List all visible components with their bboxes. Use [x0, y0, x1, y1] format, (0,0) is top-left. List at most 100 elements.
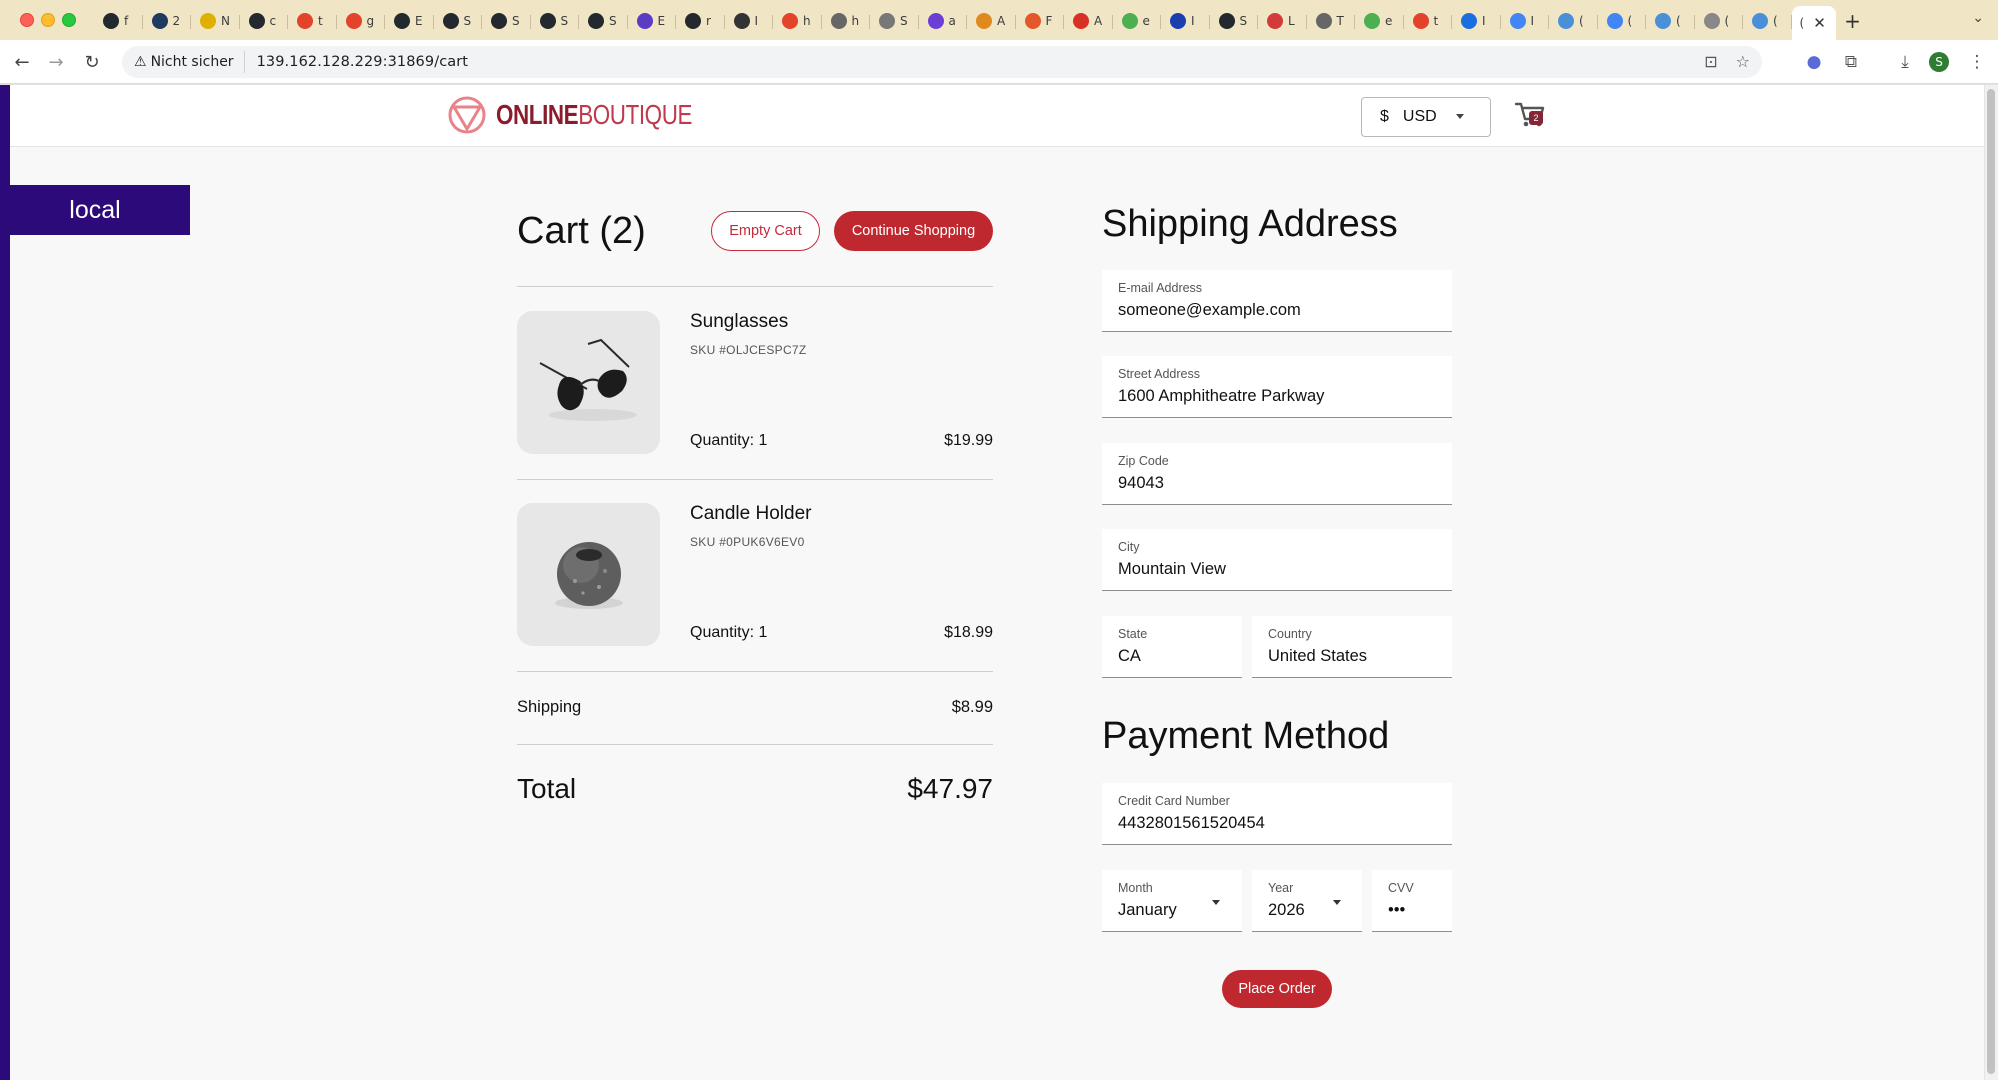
browser-tab[interactable]: h	[773, 6, 822, 36]
browser-tab[interactable]: c	[240, 6, 289, 36]
browser-tab[interactable]: a	[919, 6, 968, 36]
profile-avatar[interactable]: S	[1929, 52, 1949, 72]
tab-title: L	[1288, 14, 1295, 28]
email-field[interactable]: E-mail Address someone@example.com	[1102, 270, 1452, 332]
browser-tab[interactable]: (	[1743, 6, 1792, 36]
street-address-field[interactable]: Street Address 1600 Amphitheatre Parkway	[1102, 356, 1452, 418]
download-icon[interactable]: ⤓	[1894, 51, 1916, 73]
github-icon	[442, 13, 459, 29]
city-value[interactable]: Mountain View	[1118, 560, 1452, 579]
browser-tab[interactable]: (	[1598, 6, 1647, 36]
browser-tab[interactable]: F	[1016, 6, 1065, 36]
email-value[interactable]: someone@example.com	[1118, 301, 1452, 320]
product-image-candle-holder[interactable]	[517, 503, 660, 646]
zip-value[interactable]: 94043	[1118, 474, 1452, 493]
browser-tab[interactable]: (	[1549, 6, 1598, 36]
browser-tab[interactable]: (	[1646, 6, 1695, 36]
street-value[interactable]: 1600 Amphitheatre Parkway	[1118, 387, 1452, 406]
window-minimize-button[interactable]	[41, 13, 55, 27]
product-image-sunglasses[interactable]	[517, 311, 660, 454]
continue-shopping-button[interactable]: Continue Shopping	[834, 211, 993, 251]
browser-tab[interactable]: S	[870, 6, 919, 36]
window-close-button[interactable]	[20, 13, 34, 27]
browser-tab[interactable]: 2	[143, 6, 192, 36]
browser-tab[interactable]: S	[434, 6, 483, 36]
browser-tab-active[interactable]: (✕	[1791, 6, 1836, 40]
browser-tab[interactable]: T	[1307, 6, 1356, 36]
cart-item: Sunglasses SKU #OLJCESPC7Z Quantity: 1 $…	[517, 311, 993, 461]
site-logo[interactable]: ONLINEBOUTIQUE	[447, 95, 741, 135]
security-indicator[interactable]: ⚠ Nicht sicher	[130, 51, 245, 73]
browser-tab[interactable]: r	[676, 6, 725, 36]
github-icon	[248, 13, 265, 29]
browser-tab[interactable]: A	[1064, 6, 1113, 36]
browser-tab[interactable]: I	[725, 6, 774, 36]
country-value[interactable]: United States	[1268, 647, 1452, 666]
url-text[interactable]: 139.162.128.229:31869/cart	[245, 54, 469, 70]
empty-cart-button[interactable]: Empty Cart	[711, 211, 820, 251]
tab-title: (	[1676, 14, 1681, 28]
month-value[interactable]: January	[1118, 901, 1242, 920]
github-icon	[588, 13, 604, 29]
shipping-label: Shipping	[517, 698, 582, 716]
browser-tab[interactable]: e	[1113, 6, 1162, 36]
forward-arrow-icon[interactable]: →	[44, 50, 68, 74]
state-field[interactable]: State CA	[1102, 616, 1242, 678]
tab-title: A	[1094, 14, 1103, 28]
browser-tab[interactable]: E	[385, 6, 434, 36]
country-label: Country	[1268, 627, 1312, 641]
address-bar[interactable]: ⚠ Nicht sicher 139.162.128.229:31869/car…	[122, 46, 1762, 78]
year-value[interactable]: 2026	[1268, 901, 1362, 920]
scrollbar-thumb[interactable]	[1987, 89, 1995, 1074]
browser-tab[interactable]: S	[482, 6, 531, 36]
cvv-value[interactable]: •••	[1388, 901, 1452, 920]
browser-tab[interactable]: h	[822, 6, 871, 36]
city-field[interactable]: City Mountain View	[1102, 529, 1452, 591]
page-scrollbar[interactable]	[1984, 85, 1998, 1080]
bookmark-star-icon[interactable]: ☆	[1736, 52, 1750, 71]
caret-down-icon	[1456, 114, 1464, 119]
browser-tab[interactable]: g	[337, 6, 386, 36]
credit-card-field[interactable]: Credit Card Number 4432801561520454	[1102, 783, 1452, 845]
orange-app-icon	[1024, 13, 1041, 29]
item-name[interactable]: Sunglasses	[690, 311, 788, 333]
browser-tab[interactable]: t	[288, 6, 337, 36]
back-arrow-icon[interactable]: ←	[10, 50, 34, 74]
browser-tab[interactable]: S	[1210, 6, 1259, 36]
tab-close-icon[interactable]: ✕	[1813, 14, 1826, 32]
currency-select[interactable]: $ USD	[1361, 97, 1491, 137]
browser-tab[interactable]: N	[191, 6, 240, 36]
item-name[interactable]: Candle Holder	[690, 503, 811, 525]
browser-tab[interactable]: S	[579, 6, 628, 36]
browser-tab[interactable]: I	[1452, 6, 1501, 36]
browser-tab[interactable]: f	[94, 6, 143, 36]
browser-tab[interactable]: E	[628, 6, 677, 36]
card-value[interactable]: 4432801561520454	[1118, 814, 1452, 833]
browser-tab[interactable]: t	[1404, 6, 1453, 36]
tab-title: S	[900, 14, 908, 28]
browser-tab[interactable]: L	[1258, 6, 1307, 36]
new-tab-plus-icon[interactable]: +	[1836, 6, 1870, 36]
cvv-field[interactable]: CVV •••	[1372, 870, 1452, 932]
browser-tab[interactable]: A	[967, 6, 1016, 36]
extensions-puzzle-icon[interactable]: ⧉	[1840, 51, 1862, 73]
browser-tab[interactable]: S	[531, 6, 580, 36]
tab-search-chevron-icon[interactable]: ⌄	[1972, 10, 1984, 26]
browser-tab[interactable]: I	[1501, 6, 1550, 36]
translate-icon[interactable]: ⊡	[1704, 52, 1717, 71]
country-field[interactable]: Country United States	[1252, 616, 1452, 678]
browser-tab[interactable]: e	[1355, 6, 1404, 36]
browser-tab[interactable]: (	[1695, 6, 1744, 36]
place-order-button[interactable]: Place Order	[1222, 970, 1332, 1008]
month-select[interactable]: Month January	[1102, 870, 1242, 932]
browser-toolbar: ← → ↻ ⚠ Nicht sicher 139.162.128.229:318…	[0, 40, 1998, 84]
extension-circle-icon[interactable]: ●	[1803, 51, 1825, 73]
state-value[interactable]: CA	[1118, 647, 1242, 666]
year-select[interactable]: Year 2026	[1252, 870, 1362, 932]
window-maximize-button[interactable]	[62, 13, 76, 27]
browser-menu-icon[interactable]: ⋮	[1966, 51, 1988, 73]
gitlab-icon	[345, 13, 362, 29]
zip-code-field[interactable]: Zip Code 94043	[1102, 443, 1452, 505]
browser-tab[interactable]: I	[1161, 6, 1210, 36]
reload-icon[interactable]: ↻	[80, 50, 104, 74]
